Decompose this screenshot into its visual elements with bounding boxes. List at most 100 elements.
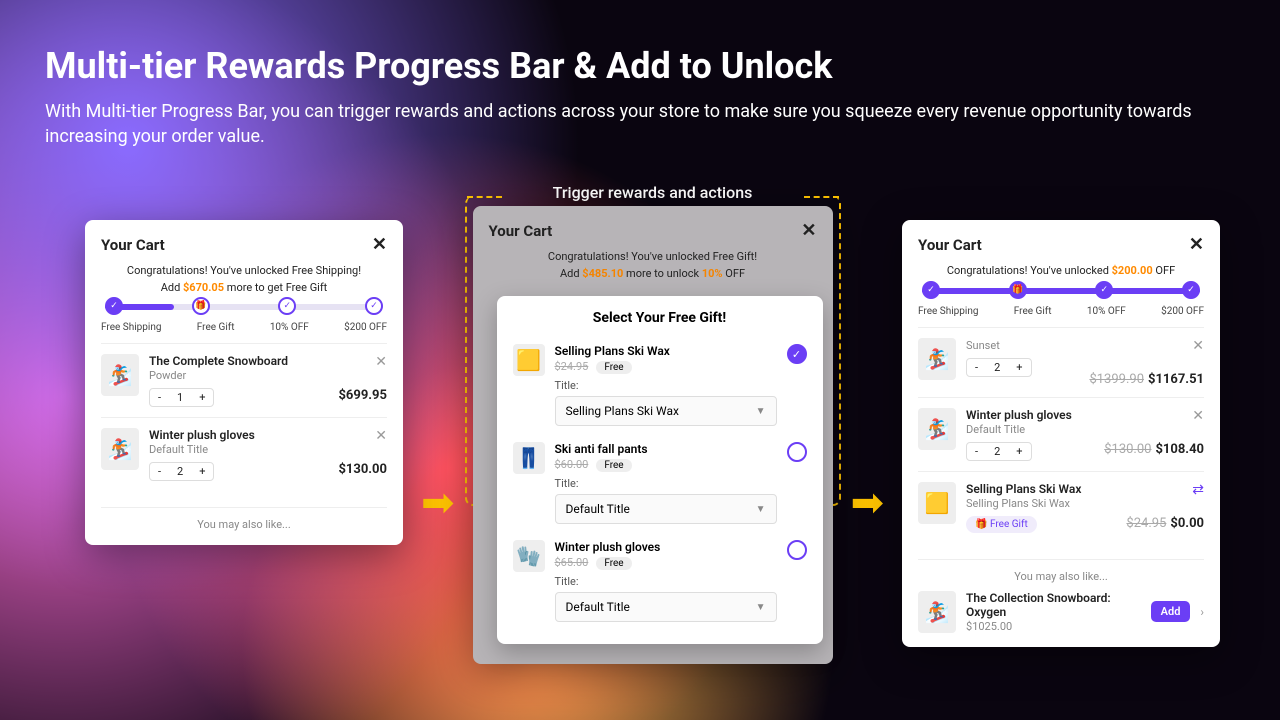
- remove-icon[interactable]: ✕: [375, 428, 387, 444]
- qty-minus[interactable]: -: [967, 443, 986, 460]
- product-thumb: 🏂: [918, 591, 956, 633]
- cart-item: 🏂 Sunset -2+ ✕ $1399.90$1167.51: [918, 327, 1204, 397]
- cart-item: 🏂 Winter plush gloves Default Title -2+ …: [101, 417, 387, 491]
- gift-title: Ski anti fall pants: [555, 442, 777, 456]
- tier-label: Free Shipping: [918, 306, 978, 317]
- product-thumb: 🟨: [513, 344, 545, 376]
- variant-select[interactable]: Default Title▼: [555, 592, 777, 622]
- item-price: $1399.90$1167.51: [1089, 372, 1204, 387]
- item-variant: Default Title: [149, 443, 328, 456]
- congrats-hint: Add $670.05 more to get Free Gift: [101, 280, 387, 297]
- tier-dot: ✓: [1095, 281, 1113, 299]
- upsell-title: The Collection Snowboard: Oxygen: [966, 591, 1141, 619]
- cart-title: Your Cart: [918, 236, 982, 254]
- tier-label: $200 OFF: [1161, 306, 1204, 317]
- cart-title: Your Cart: [101, 236, 165, 254]
- cart-item: 🟨 Selling Plans Ski Wax Selling Plans Sk…: [918, 471, 1204, 543]
- tier-dot: ✓: [105, 297, 123, 315]
- cart-title: Your Cart: [489, 222, 553, 240]
- progress-bar: ✓🎁✓✓: [105, 304, 383, 310]
- close-icon[interactable]: ✕: [801, 220, 816, 241]
- variant-select[interactable]: Selling Plans Ski Wax▼: [555, 396, 777, 426]
- chevron-right-icon[interactable]: ›: [1200, 605, 1204, 619]
- gift-title: Winter plush gloves: [555, 540, 777, 554]
- variant-label: Title:: [555, 477, 777, 490]
- product-thumb: 🧤: [513, 540, 545, 572]
- gift-option[interactable]: 👖 Ski anti fall pants $60.00Free Title: …: [513, 434, 807, 532]
- item-variant: Selling Plans Ski Wax: [966, 497, 1116, 510]
- callout-label: Trigger rewards and actions: [473, 183, 833, 202]
- qty-plus[interactable]: +: [191, 389, 213, 406]
- qty-minus[interactable]: -: [967, 359, 986, 376]
- item-title: Winter plush gloves: [966, 408, 1094, 422]
- gift-title: Selling Plans Ski Wax: [555, 344, 777, 358]
- quantity-stepper[interactable]: -1+: [149, 388, 214, 407]
- cart-panel-1: Your Cart ✕ Congratulations! You've unloc…: [85, 220, 403, 545]
- item-price: $24.95$0.00: [1126, 516, 1204, 531]
- add-button[interactable]: Add: [1151, 601, 1191, 622]
- quantity-stepper[interactable]: -2+: [149, 462, 214, 481]
- chevron-down-icon: ▼: [756, 602, 766, 613]
- item-price: $130.00$108.40: [1104, 442, 1204, 457]
- page-title: Multi-tier Rewards Progress Bar & Add to…: [45, 45, 1235, 87]
- you-may-also-like: You may also like...: [101, 507, 387, 531]
- upsell-row: 🏂 The Collection Snowboard: Oxygen $1025…: [918, 583, 1204, 633]
- arrow-icon: ➡: [421, 479, 455, 526]
- qty-value: 2: [169, 463, 191, 480]
- free-gift-badge: 🎁 Free Gift: [966, 516, 1037, 533]
- qty-plus[interactable]: +: [191, 463, 213, 480]
- item-variant: Powder: [149, 369, 328, 382]
- qty-minus[interactable]: -: [150, 389, 169, 406]
- product-thumb: 🏂: [101, 354, 139, 396]
- quantity-stepper[interactable]: -2+: [966, 442, 1031, 461]
- close-icon[interactable]: ✕: [1189, 234, 1204, 255]
- you-may-also-like: You may also like...: [918, 559, 1204, 583]
- chevron-down-icon: ▼: [756, 504, 766, 515]
- gift-radio[interactable]: ✓: [787, 344, 807, 364]
- gift-radio[interactable]: [787, 540, 807, 560]
- popup-heading: Select Your Free Gift!: [513, 310, 807, 326]
- cart-panel-3: Your Cart✕ Congratulations! You've unloc…: [902, 220, 1220, 647]
- tier-label: Free Shipping: [101, 322, 161, 333]
- free-gift-popup: Select Your Free Gift! 🟨 Selling Plans S…: [497, 296, 823, 644]
- tier-label: 10% OFF: [1087, 306, 1126, 317]
- qty-value: 2: [986, 359, 1008, 376]
- upsell-price: $1025.00: [966, 620, 1141, 633]
- item-variant: Default Title: [966, 423, 1094, 436]
- variant-select[interactable]: Default Title▼: [555, 494, 777, 524]
- item-price: $699.95: [338, 388, 387, 403]
- congrats-line: Congratulations! You've unlocked Free Gi…: [489, 249, 817, 266]
- tier-dot: ✓: [365, 297, 383, 315]
- gift-option[interactable]: 🧤 Winter plush gloves $65.00Free Title: …: [513, 532, 807, 630]
- item-price: $130.00: [338, 462, 387, 477]
- product-thumb: 👖: [513, 442, 545, 474]
- gift-option[interactable]: 🟨 Selling Plans Ski Wax $24.95Free Title…: [513, 336, 807, 434]
- tier-dot: ✓: [1182, 281, 1200, 299]
- tier-label: Free Gift: [1014, 306, 1052, 317]
- gift-price: $24.95Free: [555, 360, 777, 373]
- congrats-line: Congratulations! You've unlocked Free Sh…: [101, 263, 387, 280]
- tier-label: 10% OFF: [270, 322, 309, 333]
- qty-plus[interactable]: +: [1008, 359, 1030, 376]
- tier-label: Free Gift: [197, 322, 235, 333]
- quantity-stepper[interactable]: -2+: [966, 358, 1031, 377]
- product-thumb: 🏂: [101, 428, 139, 470]
- remove-icon[interactable]: ✕: [375, 354, 387, 370]
- qty-plus[interactable]: +: [1008, 443, 1030, 460]
- remove-icon[interactable]: ✕: [1192, 408, 1204, 424]
- gift-radio[interactable]: [787, 442, 807, 462]
- tier-dot: 🎁: [192, 297, 210, 315]
- remove-icon[interactable]: ✕: [1192, 338, 1204, 354]
- product-thumb: 🏂: [918, 338, 956, 380]
- gift-price: $60.00Free: [555, 458, 777, 471]
- tier-label: $200 OFF: [344, 322, 387, 333]
- product-thumb: 🏂: [918, 408, 956, 450]
- qty-value: 1: [169, 389, 191, 406]
- cart-item: 🏂 The Complete Snowboard Powder -1+ ✕ $6…: [101, 343, 387, 417]
- arrow-icon: ➡: [851, 479, 885, 526]
- qty-minus[interactable]: -: [150, 463, 169, 480]
- close-icon[interactable]: ✕: [372, 234, 387, 255]
- tier-dot: ✓: [278, 297, 296, 315]
- swap-icon[interactable]: ⇄: [1192, 482, 1204, 498]
- tier-labels: Free Shipping Free Gift 10% OFF $200 OFF: [101, 322, 387, 333]
